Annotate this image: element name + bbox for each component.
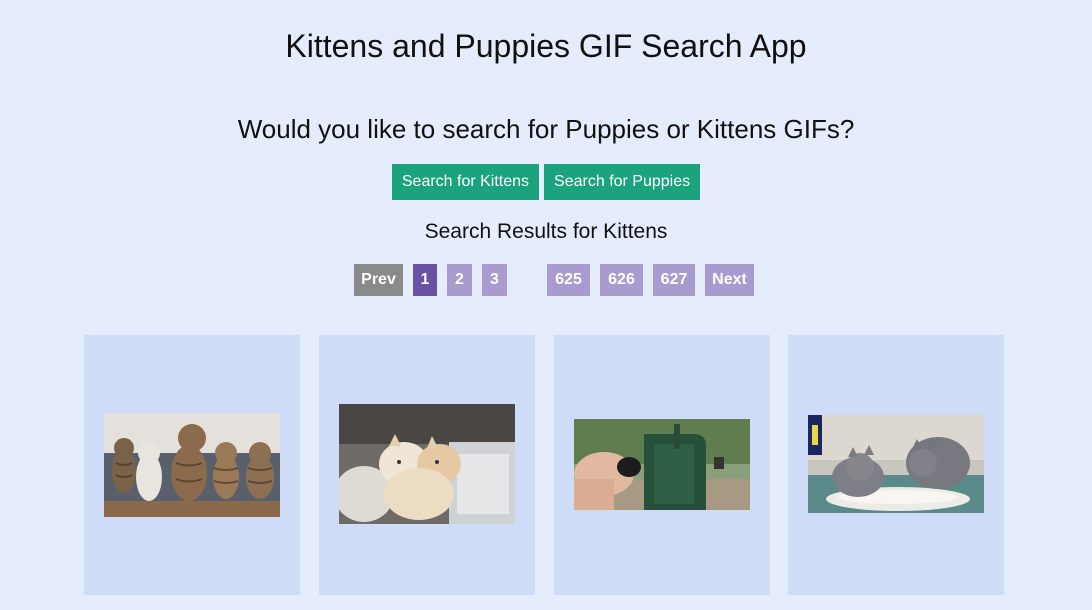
prev-page-button[interactable]: Prev: [354, 264, 403, 296]
pagination: Prev 1 2 3 625 626 627 Next: [0, 264, 1092, 296]
results-title: Search Results for Kittens: [424, 220, 668, 243]
kitten-mailbox-image: [574, 419, 750, 510]
page-button-625[interactable]: 625: [547, 264, 590, 296]
result-card[interactable]: [788, 335, 1004, 595]
kitten-mailbox-gif[interactable]: [574, 419, 750, 510]
kittens-row-image: [104, 413, 280, 517]
app-title: Kittens and Puppies GIF Search App: [285, 28, 807, 64]
search-kittens-button[interactable]: Search for Kittens: [391, 164, 540, 200]
page-button-2[interactable]: 2: [447, 264, 472, 296]
results-grid: [84, 335, 1004, 595]
search-puppies-button[interactable]: Search for Puppies: [544, 164, 701, 200]
page-button-626[interactable]: 626: [600, 264, 643, 296]
kittens-cuddle-image: [339, 404, 515, 524]
search-button-group: Search for Kittens Search for Puppies: [0, 164, 1092, 200]
result-card[interactable]: [84, 335, 300, 595]
next-page-button[interactable]: Next: [705, 264, 754, 296]
result-card[interactable]: [554, 335, 770, 595]
kittens-cuddle-gif[interactable]: [339, 404, 515, 524]
result-card[interactable]: [319, 335, 535, 595]
kittens-milk-gif[interactable]: [808, 415, 984, 513]
kittens-row-gif[interactable]: [104, 413, 280, 517]
page-button-1[interactable]: 1: [413, 264, 437, 296]
search-question: Would you like to search for Puppies or …: [237, 114, 855, 144]
page-button-3[interactable]: 3: [482, 264, 507, 296]
page-button-627[interactable]: 627: [653, 264, 695, 296]
kittens-milk-image: [808, 415, 984, 513]
